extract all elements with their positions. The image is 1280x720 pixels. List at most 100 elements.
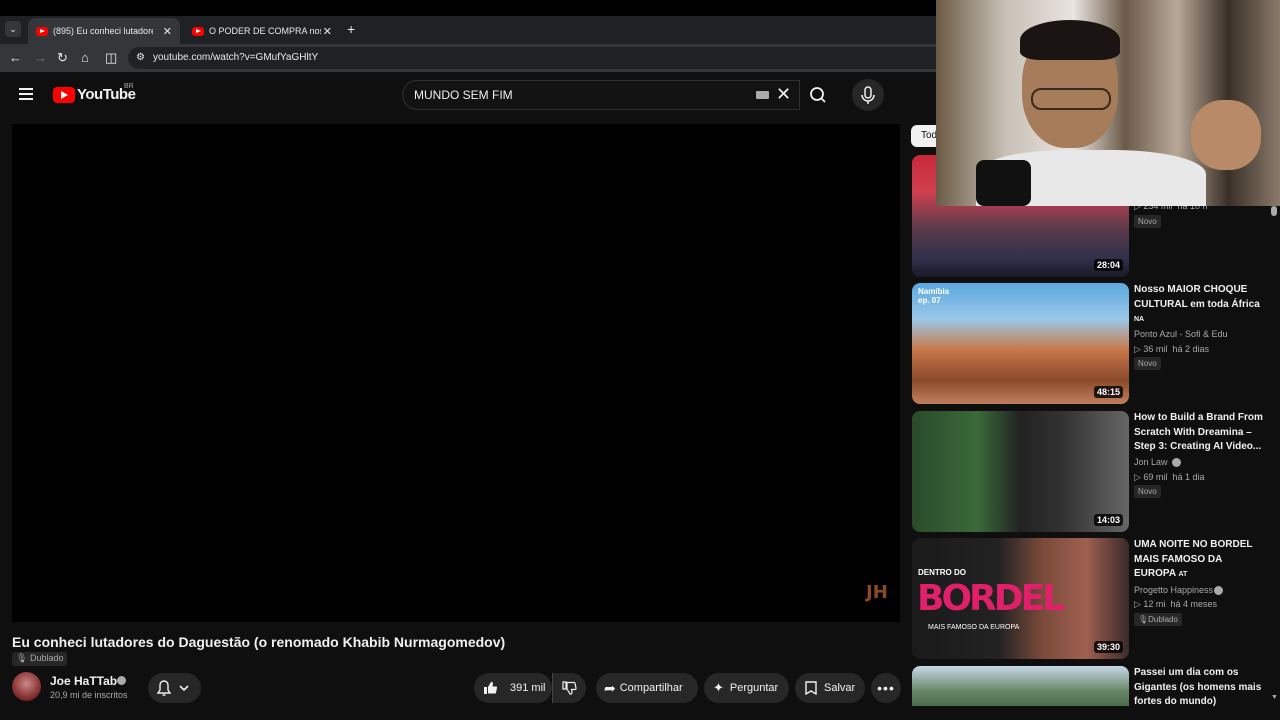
- video-title-link[interactable]: How to Build a Brand From Scratch With D…: [1134, 411, 1264, 455]
- like-button[interactable]: 391 mil: [474, 673, 552, 703]
- dislike-button[interactable]: [552, 673, 586, 703]
- video-thumbnail[interactable]: [912, 666, 1129, 706]
- back-icon[interactable]: ←: [9, 50, 22, 65]
- more-actions-button[interactable]: •••: [871, 673, 901, 703]
- video-stats: ▷ 12 mi há 4 meses: [1134, 599, 1217, 609]
- video-player[interactable]: [12, 124, 900, 622]
- view-count: 69 mil: [1143, 472, 1168, 482]
- voice-search-button[interactable]: [852, 79, 884, 111]
- video-title-text: UMA NOITE NO BORDEL MAIS FAMOSO DA EUROP…: [1134, 539, 1253, 579]
- channel-link[interactable]: Progetto Happiness: [1134, 585, 1213, 595]
- video-title-text: Nosso MAIOR CHOQUE CULTURAL em toda Áfri…: [1134, 284, 1260, 310]
- hamburger-menu-icon[interactable]: [19, 88, 33, 100]
- search-button[interactable]: [800, 80, 840, 110]
- channel-avatar[interactable]: [12, 672, 41, 701]
- save-label: Salvar: [824, 682, 856, 694]
- channel-watermark[interactable]: JH: [866, 582, 888, 603]
- thumbnail-text-main: BORDEL: [917, 578, 1065, 619]
- notification-bell-button[interactable]: [148, 673, 201, 703]
- glasses: [1031, 88, 1111, 110]
- tab-close-icon[interactable]: ✕: [323, 25, 332, 38]
- dubbed-badge: 🎙Dublado: [1134, 613, 1182, 626]
- bell-icon: [156, 680, 189, 696]
- person-hair: [1020, 20, 1120, 60]
- view-count: 12 mi: [1143, 599, 1166, 609]
- video-title: Eu conheci lutadores do Daguestão (o ren…: [12, 634, 506, 650]
- thumbnail-text-top: DENTRO DO: [918, 568, 966, 577]
- sidebar-scrollbar[interactable]: [1271, 206, 1277, 216]
- country-code: BR: [124, 83, 134, 90]
- new-badge: Novo: [1134, 485, 1161, 498]
- tab-close-icon[interactable]: ✕: [163, 25, 172, 38]
- search-icon: [810, 87, 826, 103]
- tab-other[interactable]: O PODER DE COMPRA nos EUA ✕: [184, 18, 340, 44]
- url-text[interactable]: youtube.com/watch?v=GMufYaGHltY: [153, 52, 318, 63]
- share-label: Compartilhar: [619, 682, 683, 694]
- like-count: 391 mil: [510, 682, 546, 694]
- save-button[interactable]: Salvar: [795, 673, 865, 703]
- more-icon: •••: [877, 680, 895, 696]
- ask-label: Perguntar: [729, 682, 779, 694]
- site-info-icon[interactable]: ⚙: [136, 52, 145, 63]
- forward-icon[interactable]: →: [34, 50, 47, 65]
- title-lang-suffix: AT: [1178, 571, 1188, 578]
- tab-title: (895) Eu conheci lutadores do D: [53, 26, 153, 36]
- video-title-link[interactable]: UMA NOITE NO BORDEL MAIS FAMOSO DA EUROP…: [1134, 538, 1264, 583]
- verified-icon: [1172, 458, 1181, 467]
- microphone-icon: [861, 86, 875, 104]
- search-value: MUNDO SEM FIM: [414, 88, 513, 102]
- dub-icon: 🎙: [16, 653, 28, 663]
- tab-title: O PODER DE COMPRA nos EUA: [209, 26, 321, 36]
- microphone: [976, 160, 1031, 206]
- scroll-down-icon[interactable]: ▼: [1271, 694, 1278, 701]
- dub-icon: 🎙: [1138, 615, 1149, 624]
- channel-link[interactable]: Jon Law: [1134, 457, 1168, 467]
- channel-name[interactable]: Joe HaTTab: [50, 674, 117, 688]
- thumbs-up-icon: [484, 681, 498, 694]
- youtube-play-icon: [53, 86, 75, 103]
- split-view-icon[interactable]: ◫: [105, 50, 117, 66]
- upload-age: há 2 dias: [1172, 344, 1209, 354]
- video-stats: ▷ 36 mil há 2 dias: [1134, 344, 1209, 354]
- video-thumbnail[interactable]: DENTRO DO BORDEL MAIS FAMOSO DA EUROPA 3…: [912, 538, 1129, 659]
- tab-search-button[interactable]: ⌄: [5, 21, 21, 37]
- verified-icon: [1214, 586, 1223, 595]
- dub-label: Dublado: [1148, 615, 1178, 624]
- dub-label: Dublado: [29, 653, 64, 663]
- new-tab-button[interactable]: +: [347, 21, 355, 37]
- hand: [1191, 100, 1261, 170]
- dubbed-badge: 🎙 Dublado: [12, 652, 68, 666]
- ask-button[interactable]: ✦ Perguntar: [704, 673, 789, 703]
- reload-icon[interactable]: ↻: [57, 50, 68, 66]
- video-thumbnail[interactable]: 14:03: [912, 411, 1129, 532]
- video-duration: 39:30: [1093, 641, 1123, 653]
- title-lang-suffix: NA: [1134, 316, 1145, 323]
- home-icon[interactable]: ⌂: [81, 50, 89, 65]
- thumbnail-text-sub: MAIS FAMOSO DA EUROPA: [928, 624, 1020, 631]
- video-title-link[interactable]: Nosso MAIOR CHOQUE CULTURAL em toda Áfri…: [1134, 283, 1264, 328]
- share-icon: ➦: [604, 679, 616, 696]
- video-duration: 48:15: [1093, 386, 1123, 398]
- webcam-overlay: [936, 0, 1280, 206]
- tab-current[interactable]: (895) Eu conheci lutadores do D ✕: [28, 18, 180, 44]
- new-badge: Novo: [1134, 357, 1161, 370]
- share-button[interactable]: ➦ Compartilhar: [596, 673, 698, 703]
- video-thumbnail[interactable]: Namíbia ep. 07 48:15: [912, 283, 1129, 404]
- youtube-favicon-icon: [192, 26, 204, 36]
- video-title-link[interactable]: Passei um dia com os Gigantes (os homens…: [1134, 666, 1264, 706]
- new-badge: Novo: [1134, 215, 1161, 228]
- view-count: 36 mil: [1143, 344, 1168, 354]
- youtube-favicon-icon: [36, 26, 48, 36]
- keyboard-icon[interactable]: [756, 91, 769, 99]
- thumbnail-tag: Namíbia ep. 07: [918, 287, 950, 305]
- channel-link[interactable]: Ponto Azul - Sofi & Edu: [1134, 329, 1228, 339]
- bookmark-icon: [805, 681, 817, 695]
- sparkle-icon: ✦: [713, 680, 724, 695]
- subscriber-count: 20,9 mi de inscritos: [50, 690, 128, 700]
- video-duration: 28:04: [1093, 259, 1123, 271]
- verified-icon: [117, 676, 126, 685]
- video-stats: ▷ 69 mil há 1 dia: [1134, 472, 1205, 482]
- upload-age: há 1 dia: [1172, 472, 1205, 482]
- clear-search-icon[interactable]: ✕: [776, 84, 791, 105]
- video-duration: 14:03: [1093, 514, 1123, 526]
